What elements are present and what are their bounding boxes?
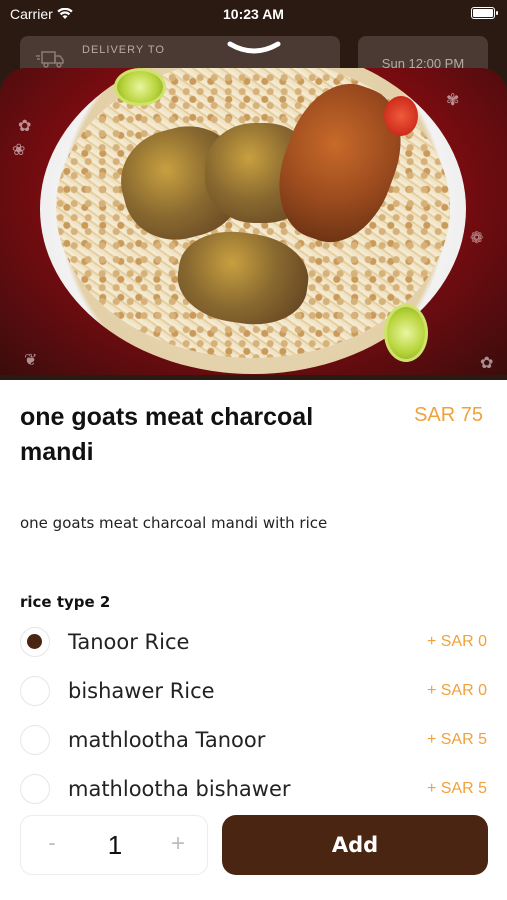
lime-slice bbox=[384, 304, 428, 362]
herb-doodle-icon: ✾ bbox=[446, 92, 460, 109]
increase-quantity-button[interactable]: + bbox=[165, 830, 191, 860]
delivery-truck-icon bbox=[36, 51, 64, 68]
option-price: + SAR 0 bbox=[426, 682, 487, 699]
radio-button[interactable] bbox=[20, 676, 50, 706]
decrease-quantity-button[interactable]: - bbox=[39, 830, 65, 860]
radio-button[interactable] bbox=[20, 725, 50, 755]
herb-doodle-icon: ❁ bbox=[470, 230, 484, 247]
tomato-slice bbox=[384, 96, 418, 136]
option-row[interactable]: Tanoor Rice + SAR 0 bbox=[0, 619, 507, 665]
options-section-title: rice type 2 bbox=[20, 593, 111, 611]
item-title: one goats meat charcoal mandi bbox=[20, 403, 314, 466]
lime-slice bbox=[114, 68, 166, 106]
delivery-label: DELIVERY TO bbox=[82, 44, 165, 56]
option-label: bishawer Rice bbox=[68, 679, 215, 703]
herb-doodle-icon: ❦ bbox=[24, 352, 38, 369]
option-price: + SAR 0 bbox=[426, 633, 487, 650]
option-label: mathlootha bishawer bbox=[68, 777, 291, 801]
status-time: 10:23 AM bbox=[223, 6, 284, 22]
option-row[interactable]: mathlootha bishawer + SAR 5 bbox=[0, 766, 507, 812]
option-price: + SAR 5 bbox=[426, 780, 487, 797]
option-label: mathlootha Tanoor bbox=[68, 728, 266, 752]
battery-icon bbox=[471, 7, 498, 19]
radio-button[interactable] bbox=[20, 627, 50, 657]
quantity-value: 1 bbox=[107, 830, 123, 860]
item-description: one goats meat charcoal mandi with rice bbox=[20, 514, 328, 532]
herb-doodle-icon: ✿ bbox=[480, 355, 494, 372]
quantity-stepper: - 1 + bbox=[20, 815, 208, 875]
herb-doodle-icon: ✿ bbox=[18, 118, 32, 135]
status-bar: Carrier 10:23 AM bbox=[0, 0, 507, 30]
option-row[interactable]: mathlootha Tanoor + SAR 5 bbox=[0, 717, 507, 763]
option-price: + SAR 5 bbox=[426, 731, 487, 748]
item-image: ✿ ❀ ✾ ❁ ✿ ❦ bbox=[0, 68, 507, 375]
item-price: SAR 75 bbox=[414, 404, 483, 426]
option-label: Tanoor Rice bbox=[68, 630, 190, 654]
radio-button[interactable] bbox=[20, 774, 50, 804]
option-row[interactable]: bishawer Rice + SAR 0 bbox=[0, 668, 507, 714]
add-to-cart-button[interactable]: Add bbox=[222, 815, 488, 875]
herb-doodle-icon: ❀ bbox=[12, 142, 26, 159]
chevron-down-icon[interactable] bbox=[226, 40, 282, 56]
